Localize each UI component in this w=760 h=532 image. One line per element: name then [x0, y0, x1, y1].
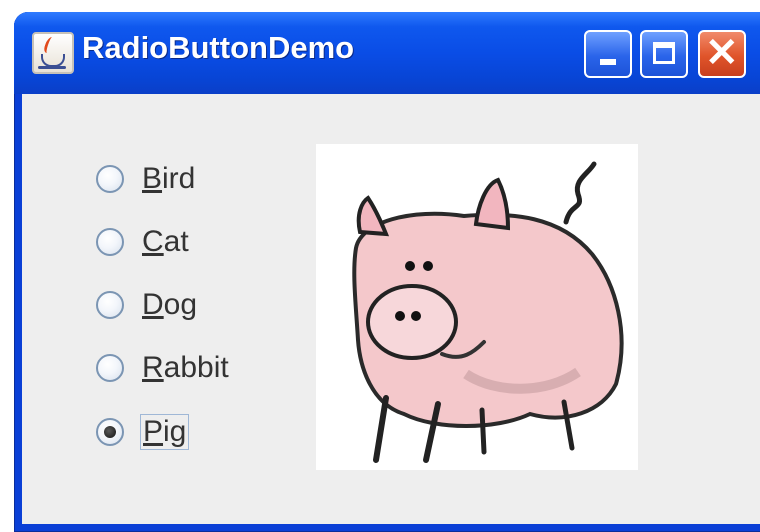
radio-mnemonic: C [142, 225, 164, 258]
minimize-icon [600, 59, 616, 65]
content-panel: Bird Cat Dog Rabbit Pig [22, 94, 760, 524]
title-bar[interactable]: RadioButtonDemo ✕ [14, 12, 760, 94]
radio-mnemonic: R [142, 351, 164, 384]
radio-label-rest: ird [162, 162, 196, 195]
radio-label[interactable]: Bird [140, 162, 197, 196]
radio-dog[interactable]: Dog [96, 283, 199, 327]
app-window: RadioButtonDemo ✕ Bird Cat Dog Rabbit Pi… [14, 12, 760, 532]
radio-mnemonic: P [143, 415, 164, 448]
close-button[interactable]: ✕ [698, 30, 746, 78]
pig-eye [423, 261, 433, 271]
window-title: RadioButtonDemo [82, 30, 355, 65]
radio-button-circle[interactable] [96, 354, 124, 382]
radio-label[interactable]: Cat [140, 225, 191, 259]
radio-button-circle[interactable] [96, 418, 124, 446]
minimize-button[interactable] [584, 30, 632, 78]
steam-shape [42, 37, 57, 53]
pig-eye [405, 261, 415, 271]
radio-bird[interactable]: Bird [96, 157, 197, 201]
maximize-icon [653, 42, 675, 64]
close-icon: ✕ [705, 31, 739, 75]
pig-leg [479, 407, 487, 455]
pig-image [316, 144, 638, 470]
pig-nostril [395, 311, 405, 321]
radio-label[interactable]: Rabbit [140, 351, 231, 385]
radio-cat[interactable]: Cat [96, 220, 191, 264]
maximize-button[interactable] [640, 30, 688, 78]
saucer-shape [38, 66, 66, 69]
java-coffee-cup-icon[interactable] [32, 32, 74, 74]
radio-button-circle[interactable] [96, 291, 124, 319]
radio-pig[interactable]: Pig [96, 410, 190, 454]
radio-mnemonic: D [142, 288, 164, 321]
pig-snout [366, 284, 458, 360]
radio-mnemonic: B [142, 162, 163, 195]
radio-rabbit[interactable]: Rabbit [96, 346, 231, 390]
pig-leg [373, 395, 389, 463]
radio-label-rest: og [163, 288, 198, 321]
radio-label[interactable]: Pig [140, 414, 190, 450]
pig-tail [563, 161, 597, 225]
pig-ear-right [473, 177, 511, 231]
pig-nostril [411, 311, 421, 321]
radio-button-circle[interactable] [96, 165, 124, 193]
radio-button-circle[interactable] [96, 228, 124, 256]
radio-label-rest: ig [163, 415, 187, 448]
pig-ear-left [356, 195, 390, 237]
radio-label-rest: abbit [163, 351, 229, 384]
pig-illustration [352, 161, 624, 463]
radio-label[interactable]: Dog [140, 288, 199, 322]
radio-label-rest: at [163, 225, 189, 258]
